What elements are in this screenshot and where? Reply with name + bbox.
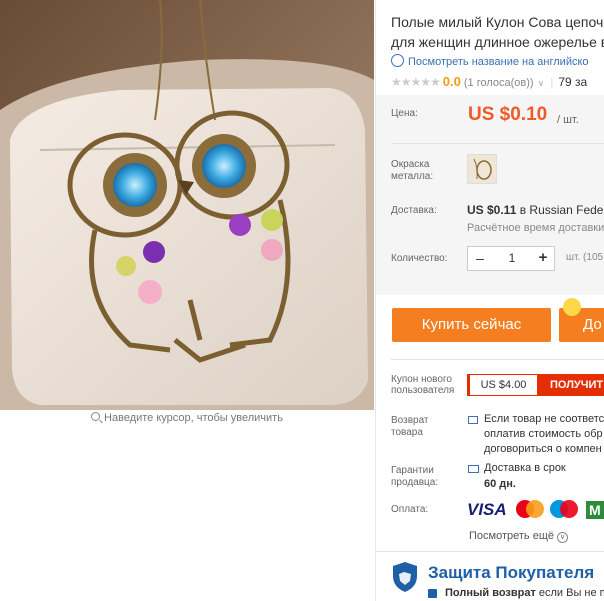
color-swatch[interactable] [467,154,497,184]
quantity-increase-button[interactable]: + [532,247,554,270]
orders-count: 79 за [558,75,588,89]
quantity-input[interactable]: 1 [492,247,532,270]
delivery-time: Расчётное время доставки [467,222,604,234]
star-icon: ★★★★★ [391,75,441,89]
buyer-protection-title[interactable]: Защита Покупателя [428,563,594,583]
product-main-image[interactable] [0,0,374,410]
price-label: Цена: [391,108,418,119]
maestro-icon [550,500,578,518]
price-unit: / шт. [557,114,579,126]
coupon-label: Купон нового пользователя [391,374,455,396]
divider [391,143,604,144]
rating-value: 0.0 [442,74,461,89]
return-policy-text: Если товар не соответс оплатив стоимость… [484,413,604,455]
delivery-destination[interactable]: Russian Federa [529,203,604,217]
get-coupon-button[interactable]: ПОЛУЧИТ [538,374,604,396]
stock-note: шт. (105 [566,252,604,263]
chevron-down-icon[interactable]: ∨ [538,78,545,88]
quantity-label: Количество: [391,253,448,264]
delivery-label: Доставка: [391,205,437,216]
guarantee-days: 60 дн. [484,478,516,490]
quantity-stepper: – 1 + [467,246,555,271]
full-refund-text: Полный возврат если Вы не по [445,587,604,599]
payment-label: Оплата: [391,504,429,515]
quantity-decrease-button[interactable]: – [468,247,492,270]
delivery-value: US $0.11 в Russian Federa [467,203,604,217]
delivery-guarantee-icon [468,465,479,473]
seller-guarantee-label: Гарантии продавца: [391,465,439,488]
translate-title-link[interactable]: Посмотреть название на английско [391,54,589,68]
return-icon [468,416,478,424]
shield-icon [392,561,418,598]
color-label: Окраска металла: [391,159,434,182]
owl-pendant-photo [0,0,374,410]
rating-row: ★★★★★ 0.0 (1 голоса(ов)) ∨ | 79 за [391,74,588,89]
divider [376,551,604,552]
coupon-amount: US $4.00 [467,374,538,396]
product-title: Полые милый Кулон Сова цепочк для женщин… [391,14,604,50]
chevron-down-icon: v [556,532,568,543]
check-icon [428,589,437,598]
divider [391,359,604,360]
visa-icon: VISA [467,500,507,519]
guarantee-text: Доставка в срок [484,462,566,474]
buy-now-button[interactable]: Купить сейчас [392,308,551,342]
payment-method-icon: M [586,501,604,519]
magnifier-icon [91,412,101,421]
cart-badge-icon [563,298,581,316]
price-value: US $0.10 [468,104,548,125]
owl-thumbnail [468,155,496,183]
votes-count[interactable]: (1 голоса(ов)) [464,77,534,89]
see-more-payments-link[interactable]: Посмотреть ещё v [469,530,568,543]
column-divider [375,0,376,601]
return-label: Возврат товара [391,415,429,438]
zoom-hint: Наведите курсор, чтобы увеличить [0,412,374,424]
mastercard-icon [516,500,544,518]
translate-icon [391,54,404,67]
